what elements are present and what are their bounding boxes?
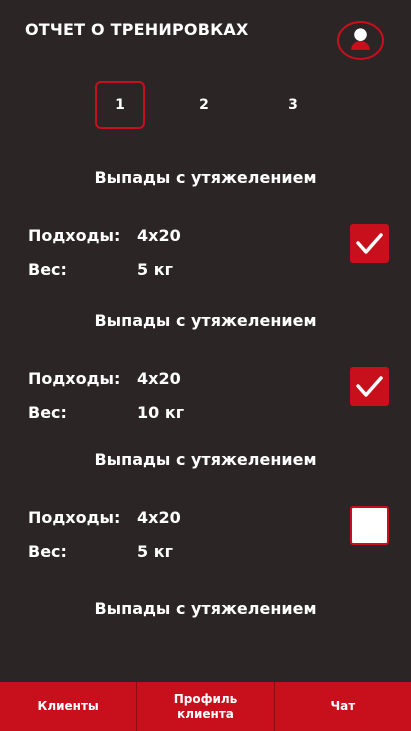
- page-title: ОТЧЕТ О ТРЕНИРОВКАХ: [25, 20, 249, 39]
- exercise-done-checkbox[interactable]: [350, 367, 389, 406]
- nav-label: Профиль клиента: [173, 691, 238, 721]
- sets-label: Подходы:: [28, 369, 121, 388]
- sets-value: 4x20: [137, 226, 181, 245]
- page-3-button[interactable]: 3: [268, 81, 318, 129]
- weight-value: 5 кг: [137, 542, 173, 561]
- sets-label: Подходы:: [28, 226, 121, 245]
- sets-value: 4x20: [137, 369, 181, 388]
- nav-label: Клиенты: [37, 699, 99, 713]
- checkmark-icon: [356, 233, 383, 254]
- page-1-button[interactable]: 1: [95, 81, 145, 129]
- nav-chat-button[interactable]: Чат: [275, 682, 411, 731]
- exercise-done-checkbox[interactable]: [350, 224, 389, 263]
- pagination: 1 2 3: [0, 81, 411, 129]
- exercise-title: Выпады с утяжелением: [94, 450, 317, 469]
- nav-label: Чат: [330, 699, 356, 713]
- bottom-nav: Клиенты Профиль клиента Чат: [0, 682, 411, 731]
- nav-clients-button[interactable]: Клиенты: [0, 682, 138, 731]
- page-2-button[interactable]: 2: [179, 81, 229, 129]
- weight-value: 5 кг: [137, 260, 173, 279]
- checkmark-icon: [356, 376, 383, 397]
- nav-client-profile-button[interactable]: Профиль клиента: [137, 682, 275, 731]
- weight-label: Вес:: [28, 403, 67, 422]
- weight-value: 10 кг: [137, 403, 185, 422]
- weight-label: Вес:: [28, 542, 67, 561]
- exercise-done-checkbox[interactable]: [350, 506, 389, 545]
- sets-label: Подходы:: [28, 508, 121, 527]
- sets-value: 4x20: [137, 508, 181, 527]
- exercise-title: Выпады с утяжелением: [94, 168, 317, 187]
- user-avatar-icon[interactable]: [337, 21, 384, 60]
- exercise-title: Выпады с утяжелением: [94, 599, 317, 618]
- exercise-title: Выпады с утяжелением: [94, 311, 317, 330]
- weight-label: Вес:: [28, 260, 67, 279]
